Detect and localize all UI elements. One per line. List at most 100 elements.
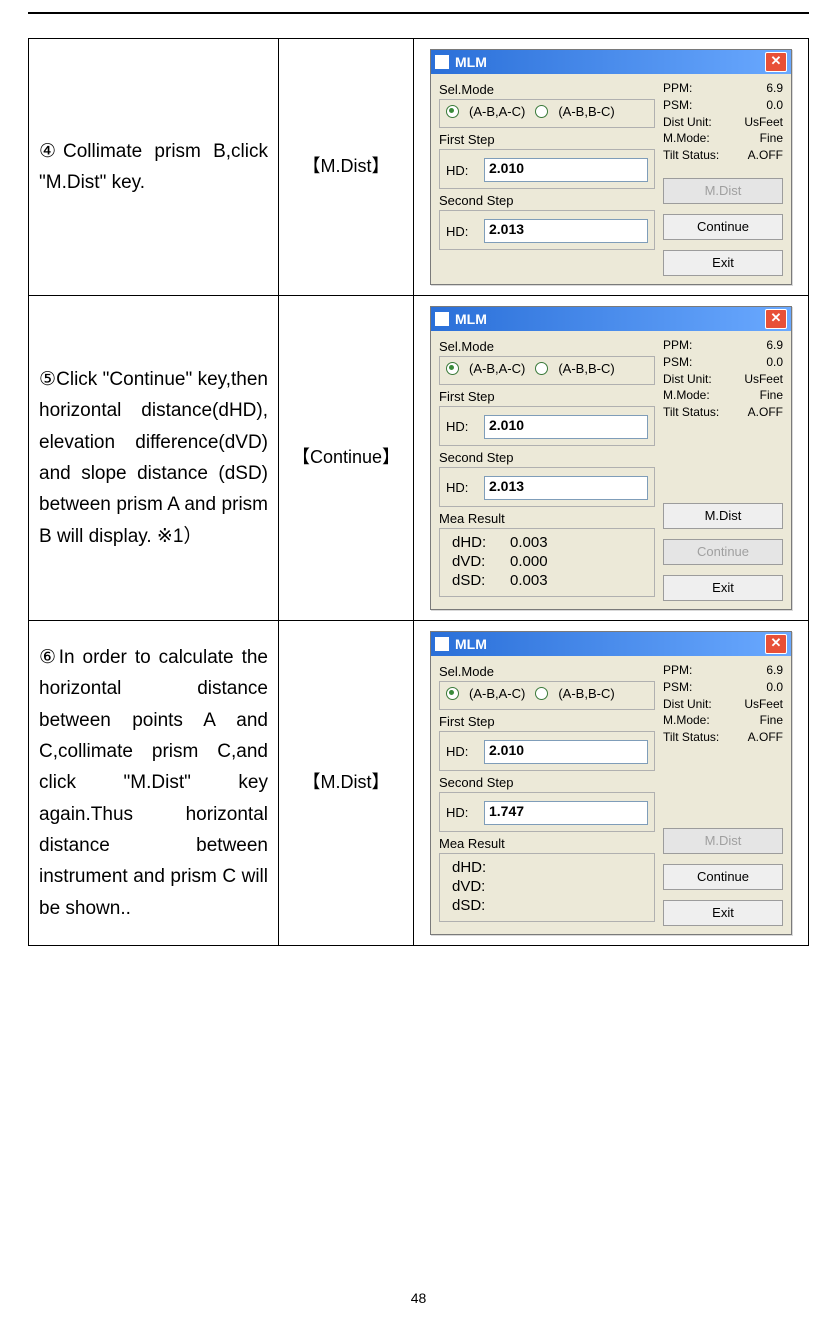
page-number: 48 <box>0 1290 837 1306</box>
first-hd-input[interactable]: 2.010 <box>484 415 648 439</box>
info-panel: PPM: 6.9 PSM: 0.0 Dist Unit: UsFeet M.Mode:… <box>663 337 783 421</box>
mea-result-title: Mea Result <box>439 511 655 526</box>
ppm-label: PPM: <box>663 80 692 97</box>
app-icon <box>435 637 449 651</box>
dist-unit-label: Dist Unit: <box>663 371 712 388</box>
tilt-label: Tilt Status: <box>663 404 719 421</box>
first-hd-label: HD: <box>446 419 476 434</box>
radio-ab-bc-label: (A-B,B-C) <box>558 361 614 376</box>
dist-unit-value: UsFeet <box>744 696 783 713</box>
mlm-window: MLM ✕ Sel.Mode (A-B,A-C) (A-B,B-C) First… <box>430 49 792 285</box>
psm-value: 0.0 <box>766 679 783 696</box>
mdist-button: M.Dist <box>663 178 783 204</box>
psm-label: PSM: <box>663 354 692 371</box>
mlm-window: MLM ✕ Sel.Mode (A-B,A-C) (A-B,B-C) First… <box>430 631 792 935</box>
radio-ab-ac-label: (A-B,A-C) <box>469 686 525 701</box>
top-rule <box>28 12 809 14</box>
mdist-button[interactable]: M.Dist <box>663 503 783 529</box>
ppm-label: PPM: <box>663 662 692 679</box>
first-hd-label: HD: <box>446 163 476 178</box>
steps-table: ④Collimate prism B,click "M.Dist" key.【M… <box>28 38 809 946</box>
second-step-title: Second Step <box>439 775 655 790</box>
table-row: ⑥In order to calculate the horizontal di… <box>29 620 809 945</box>
table-row: ⑤Click "Continue" key,then horizontal di… <box>29 295 809 620</box>
exit-button[interactable]: Exit <box>663 250 783 276</box>
sel-mode-title: Sel.Mode <box>439 664 655 679</box>
tilt-label: Tilt Status: <box>663 147 719 164</box>
radio-ab-ac[interactable] <box>446 362 459 375</box>
radio-ab-ac[interactable] <box>446 687 459 700</box>
close-icon[interactable]: ✕ <box>765 634 787 654</box>
mdist-button: M.Dist <box>663 828 783 854</box>
dhd-label: dHD: <box>452 859 500 876</box>
sel-mode-title: Sel.Mode <box>439 339 655 354</box>
second-step-title: Second Step <box>439 193 655 208</box>
radio-ab-bc-label: (A-B,B-C) <box>558 686 614 701</box>
psm-value: 0.0 <box>766 354 783 371</box>
tilt-value: A.OFF <box>748 404 783 421</box>
first-step-title: First Step <box>439 132 655 147</box>
instruction-cell: ⑥In order to calculate the horizontal di… <box>29 620 279 945</box>
dvd-value: 0.000 <box>510 553 548 570</box>
screenshot-cell: MLM ✕ Sel.Mode (A-B,A-C) (A-B,B-C) First… <box>414 620 809 945</box>
ppm-value: 6.9 <box>766 80 783 97</box>
continue-button[interactable]: Continue <box>663 214 783 240</box>
second-step-title: Second Step <box>439 450 655 465</box>
second-hd-label: HD: <box>446 224 476 239</box>
titlebar: MLM ✕ <box>431 50 791 74</box>
psm-label: PSM: <box>663 97 692 114</box>
psm-value: 0.0 <box>766 97 783 114</box>
app-icon <box>435 312 449 326</box>
radio-ab-bc[interactable] <box>535 105 548 118</box>
mmode-label: M.Mode: <box>663 387 710 404</box>
second-hd-input[interactable]: 2.013 <box>484 476 648 500</box>
exit-button[interactable]: Exit <box>663 900 783 926</box>
dhd-value: 0.003 <box>510 534 548 551</box>
first-step-title: First Step <box>439 714 655 729</box>
window-title: MLM <box>455 636 487 652</box>
first-hd-label: HD: <box>446 744 476 759</box>
instruction-cell: ④Collimate prism B,click "M.Dist" key. <box>29 39 279 296</box>
radio-ab-ac[interactable] <box>446 105 459 118</box>
second-hd-label: HD: <box>446 805 476 820</box>
exit-button[interactable]: Exit <box>663 575 783 601</box>
mmode-label: M.Mode: <box>663 712 710 729</box>
mmode-label: M.Mode: <box>663 130 710 147</box>
key-cell: 【M.Dist】 <box>279 620 414 945</box>
titlebar: MLM ✕ <box>431 307 791 331</box>
mea-result-title: Mea Result <box>439 836 655 851</box>
dist-unit-value: UsFeet <box>744 114 783 131</box>
window-title: MLM <box>455 311 487 327</box>
dist-unit-label: Dist Unit: <box>663 696 712 713</box>
second-hd-input[interactable]: 2.013 <box>484 219 648 243</box>
instruction-cell: ⑤Click "Continue" key,then horizontal di… <box>29 295 279 620</box>
titlebar: MLM ✕ <box>431 632 791 656</box>
key-cell: 【M.Dist】 <box>279 39 414 296</box>
tilt-value: A.OFF <box>748 729 783 746</box>
sel-mode-title: Sel.Mode <box>439 82 655 97</box>
radio-ab-ac-label: (A-B,A-C) <box>469 104 525 119</box>
radio-ab-bc-label: (A-B,B-C) <box>558 104 614 119</box>
close-icon[interactable]: ✕ <box>765 52 787 72</box>
ppm-label: PPM: <box>663 337 692 354</box>
continue-button: Continue <box>663 539 783 565</box>
dsd-label: dSD: <box>452 897 500 914</box>
dsd-value: 0.003 <box>510 572 548 589</box>
radio-ab-bc[interactable] <box>535 687 548 700</box>
second-hd-label: HD: <box>446 480 476 495</box>
key-cell: 【Continue】 <box>279 295 414 620</box>
dist-unit-value: UsFeet <box>744 371 783 388</box>
first-hd-input[interactable]: 2.010 <box>484 158 648 182</box>
second-hd-input[interactable]: 1.747 <box>484 801 648 825</box>
dsd-label: dSD: <box>452 572 500 589</box>
mlm-window: MLM ✕ Sel.Mode (A-B,A-C) (A-B,B-C) First… <box>430 306 792 610</box>
screenshot-cell: MLM ✕ Sel.Mode (A-B,A-C) (A-B,B-C) First… <box>414 39 809 296</box>
dvd-label: dVD: <box>452 553 500 570</box>
close-icon[interactable]: ✕ <box>765 309 787 329</box>
ppm-value: 6.9 <box>766 337 783 354</box>
radio-ab-bc[interactable] <box>535 362 548 375</box>
continue-button[interactable]: Continue <box>663 864 783 890</box>
mmode-value: Fine <box>760 387 783 404</box>
tilt-value: A.OFF <box>748 147 783 164</box>
first-hd-input[interactable]: 2.010 <box>484 740 648 764</box>
